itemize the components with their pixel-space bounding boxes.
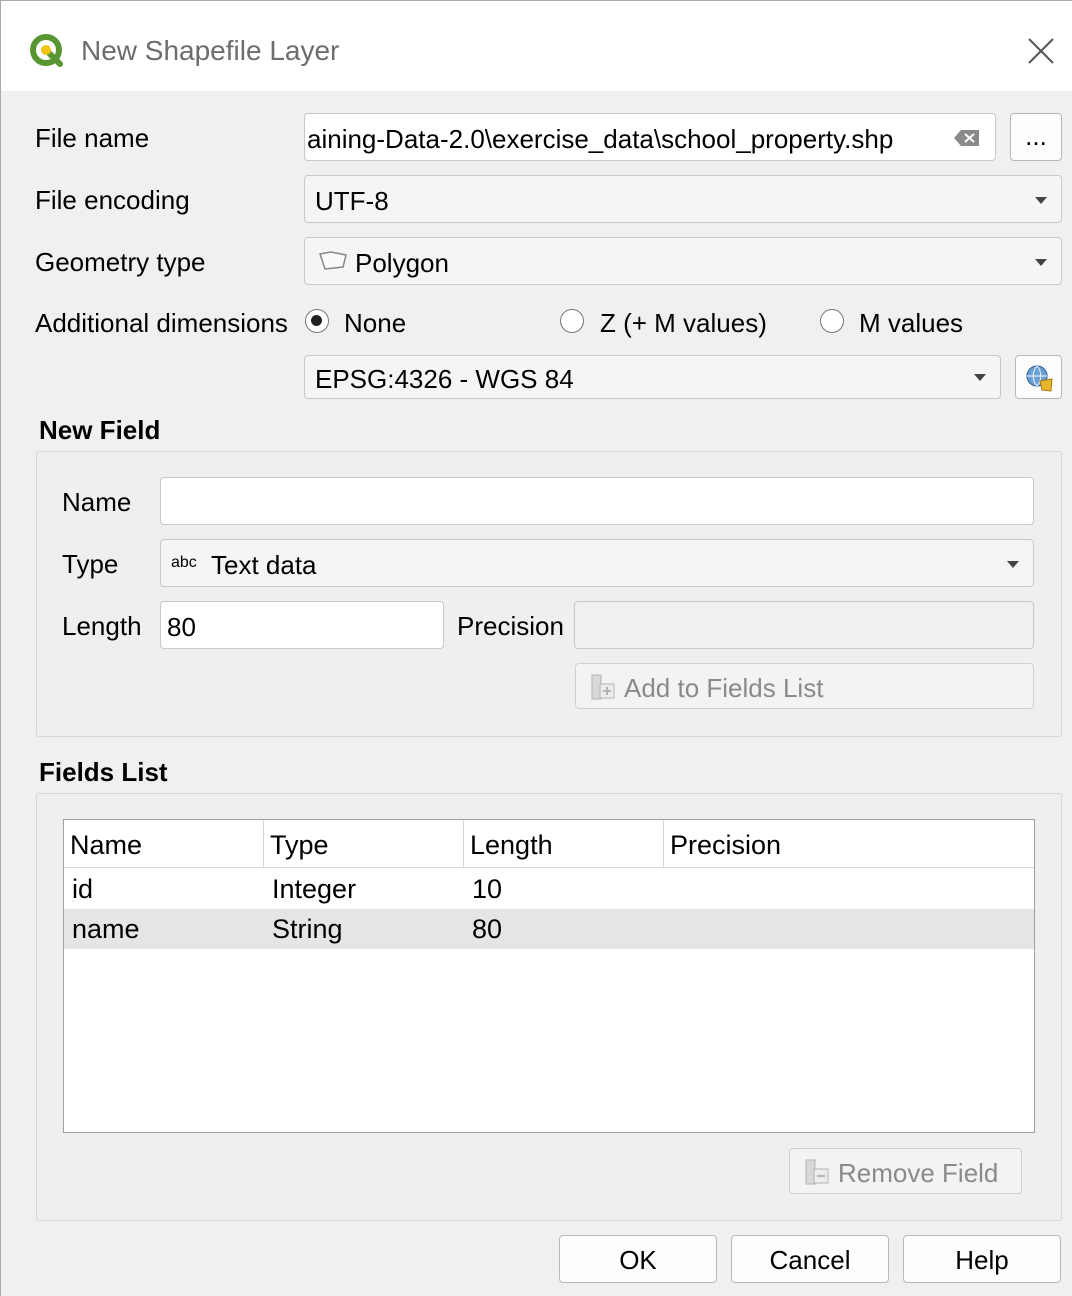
remove-field-icon bbox=[805, 1159, 829, 1185]
row-name: id bbox=[72, 874, 94, 904]
field-type-select[interactable]: abc Text data bbox=[160, 539, 1034, 587]
file-name-label: File name bbox=[35, 123, 150, 153]
column-header-type[interactable]: Type bbox=[264, 820, 464, 868]
new-shapefile-layer-dialog: New Shapefile Layer File name aining-Dat… bbox=[0, 0, 1072, 1296]
row-name: name bbox=[72, 914, 140, 944]
field-type-value: Text data bbox=[211, 550, 317, 580]
remove-field-label: Remove Field bbox=[838, 1158, 999, 1188]
chevron-down-icon bbox=[1007, 561, 1019, 568]
chevron-down-icon bbox=[974, 374, 986, 381]
crs-selector-button[interactable] bbox=[1015, 355, 1062, 399]
table-header: Name Type Length Precision bbox=[64, 820, 1034, 868]
close-icon[interactable] bbox=[1021, 31, 1061, 71]
table-row[interactable]: name String 80 bbox=[64, 909, 1034, 949]
field-name-input[interactable] bbox=[160, 477, 1034, 525]
remove-field-button[interactable]: Remove Field bbox=[789, 1148, 1022, 1194]
column-header-precision[interactable]: Precision bbox=[664, 820, 1034, 868]
cancel-button[interactable]: Cancel bbox=[731, 1235, 889, 1283]
geometry-type-select[interactable]: Polygon bbox=[304, 237, 1062, 285]
field-length-label: Length bbox=[62, 611, 142, 641]
dimension-m-label[interactable]: M values bbox=[859, 308, 963, 339]
row-type: String bbox=[272, 914, 343, 944]
row-length: 80 bbox=[472, 914, 503, 944]
new-field-title: New Field bbox=[39, 415, 161, 445]
crs-select[interactable]: EPSG:4326 - WGS 84 bbox=[304, 355, 1001, 399]
text-type-icon: abc bbox=[171, 554, 197, 571]
dimension-m-radio[interactable] bbox=[820, 309, 844, 333]
file-name-input[interactable]: aining-Data-2.0\exercise_data\school_pro… bbox=[304, 113, 996, 161]
fields-table: Name Type Length Precision id Integer 10… bbox=[63, 819, 1035, 1133]
column-header-length[interactable]: Length bbox=[464, 820, 664, 868]
chevron-down-icon bbox=[1035, 197, 1047, 204]
dimension-none-radio[interactable] bbox=[305, 309, 329, 333]
file-encoding-select[interactable]: UTF-8 bbox=[304, 175, 1062, 223]
file-name-value: aining-Data-2.0\exercise_data\school_pro… bbox=[307, 124, 894, 154]
ok-button[interactable]: OK bbox=[559, 1235, 717, 1283]
table-row[interactable]: id Integer 10 bbox=[64, 869, 1034, 909]
window-title: New Shapefile Layer bbox=[81, 35, 340, 66]
row-type: Integer bbox=[272, 874, 357, 904]
globe-icon bbox=[1026, 365, 1053, 392]
fields-list-title: Fields List bbox=[39, 757, 168, 787]
polygon-icon bbox=[319, 251, 347, 270]
file-encoding-value: UTF-8 bbox=[315, 186, 389, 216]
dimension-z-radio[interactable] bbox=[560, 309, 584, 333]
add-field-icon bbox=[591, 674, 615, 700]
clear-text-icon[interactable] bbox=[953, 128, 981, 148]
chevron-down-icon bbox=[1035, 259, 1047, 266]
help-button[interactable]: Help bbox=[903, 1235, 1061, 1283]
row-length: 10 bbox=[472, 874, 503, 904]
geometry-type-value: Polygon bbox=[355, 248, 449, 278]
field-type-label: Type bbox=[62, 549, 119, 579]
crs-value: EPSG:4326 - WGS 84 bbox=[315, 364, 574, 394]
field-name-label: Name bbox=[62, 487, 132, 517]
dimension-z-label[interactable]: Z (+ M values) bbox=[600, 308, 767, 339]
field-length-input[interactable]: 80 bbox=[160, 601, 444, 649]
field-length-value: 80 bbox=[167, 612, 196, 642]
field-precision-label: Precision bbox=[457, 611, 564, 641]
additional-dimensions-label: Additional dimensions bbox=[35, 308, 288, 338]
geometry-type-label: Geometry type bbox=[35, 247, 206, 277]
dimension-none-label[interactable]: None bbox=[344, 308, 406, 339]
title-bar: New Shapefile Layer bbox=[1, 1, 1072, 91]
add-to-fields-list-button[interactable]: Add to Fields List bbox=[575, 663, 1034, 709]
column-header-name[interactable]: Name bbox=[64, 820, 264, 868]
browse-button[interactable]: ... bbox=[1010, 113, 1062, 161]
qgis-logo-icon bbox=[30, 34, 63, 67]
file-encoding-label: File encoding bbox=[35, 185, 190, 215]
add-to-fields-list-label: Add to Fields List bbox=[624, 673, 824, 703]
field-precision-input[interactable] bbox=[574, 601, 1034, 649]
